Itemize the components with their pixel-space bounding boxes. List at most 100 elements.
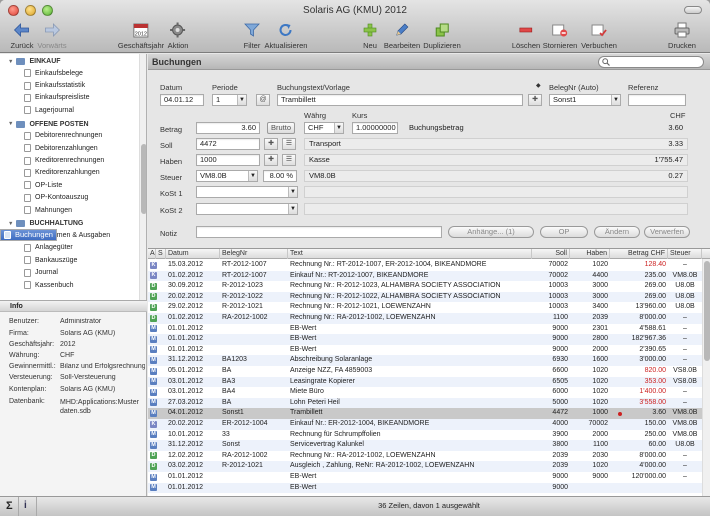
aendern-button[interactable]: Ändern	[594, 226, 640, 238]
periode-select[interactable]: 1 ▼	[212, 94, 247, 106]
filter-button[interactable]: Filter	[243, 22, 261, 50]
search-input[interactable]	[598, 56, 704, 68]
table-row[interactable]: M 03.01.2012 BA3 Leasingrate Kopierer 6505 10…	[148, 376, 702, 388]
table-row[interactable]: D 30.09.2012 R-2012-1023 Rechnung Nr.: R-20…	[148, 281, 702, 292]
delete-button[interactable]: Löschen	[512, 22, 540, 50]
op-button[interactable]: OP	[540, 226, 588, 238]
waehrung-select[interactable]: CHF ▼	[304, 122, 344, 134]
table-row[interactable]: D 12.02.2012 RA-2012-1002 Rechnung Nr.: RA-…	[148, 451, 702, 462]
belegnr-select[interactable]: Sonst1 ▼	[549, 94, 621, 106]
column-header-text[interactable]: Text	[288, 249, 532, 259]
sidebar-item-einkaufsstatistik[interactable]: Einkaufsstatistik	[0, 79, 146, 91]
disclosure-triangle-icon[interactable]: ▼	[8, 121, 13, 127]
table-row[interactable]: K 01.02.2012 RT-2012-1007 Einkauf Nr.: RT-2…	[148, 270, 702, 282]
datum-field[interactable]: 04.01.12	[160, 94, 204, 106]
post-button[interactable]: Verbuchen	[581, 22, 617, 50]
sidebar-scroll-thumb[interactable]	[141, 144, 146, 214]
column-header-datum[interactable]: Datum	[166, 249, 220, 259]
sidebar-group-offene-posten[interactable]: ▼ OFFENE POSTEN	[0, 119, 146, 130]
table-row[interactable]: M 10.01.2012 33 Rechnung für Schrumpffolien…	[148, 430, 702, 441]
sum-icon[interactable]: Σ	[6, 500, 13, 512]
sidebar-item-kassenbuch[interactable]: Kassenbuch	[0, 279, 146, 291]
sidebar-item-debitorenrechnungen[interactable]: Debitorenrechnungen	[0, 130, 146, 142]
table-scrollbar[interactable]	[702, 259, 710, 496]
table-row[interactable]: M 31.12.2012 Sonst Servicevertrag Kalunkel 3…	[148, 440, 702, 451]
duplicate-button[interactable]: Duplizieren	[423, 22, 461, 50]
referenz-field[interactable]	[628, 94, 686, 106]
info-icon[interactable]: i	[24, 500, 27, 511]
table-row[interactable]: M 03.01.2012 BA4 Miete Büro 6000 1020 1'400.00…	[148, 387, 702, 398]
table-row[interactable]: M 04.01.2012 Sonst1 Trambillett 4472 1000 3.60…	[148, 408, 702, 419]
haben-field[interactable]: 1000	[196, 154, 260, 166]
vorlage-menu-icon[interactable]: ◆	[536, 82, 541, 89]
sidebar-item-kreditorenrechnungen[interactable]: Kreditorenrechnungen	[0, 154, 146, 166]
kurs-field[interactable]: 1.00000000	[352, 122, 398, 134]
sidebar-item-lagerjournal[interactable]: Lagerjournal	[0, 104, 146, 116]
anhaenge-button[interactable]: Anhänge... (1)	[448, 226, 534, 238]
haben-list-button[interactable]: ☰	[282, 154, 296, 166]
sidebar-group-buchhaltung[interactable]: ▼ BUCHHALTUNG	[0, 218, 146, 229]
column-header-soll[interactable]: Soll	[532, 249, 570, 259]
action-button[interactable]: Aktion	[168, 22, 188, 50]
soll-add-button[interactable]: ✚	[264, 138, 278, 150]
table-row[interactable]: M 27.03.2012 BA Lohn Peteri Heil 5000 1020 3'5…	[148, 397, 702, 409]
sidebar-item-einkaufspreisliste[interactable]: Einkaufspreisliste	[0, 92, 146, 104]
table-row[interactable]: M 01.01.2012 EB-Wert 9000 9000 120'000.00 –	[148, 472, 702, 483]
table-row[interactable]: D 29.02.2012 R-2012-1021 Rechnung Nr.: R-20…	[148, 302, 702, 313]
betrag-field[interactable]: 3.60	[196, 122, 260, 134]
steuer-select[interactable]: VM8.0B ▼	[196, 170, 258, 182]
kost2-select[interactable]: ▼	[196, 203, 298, 215]
table-row[interactable]: M 05.01.2012 BA Anzeige NZZ, FA 4859003 6600…	[148, 366, 702, 377]
sidebar-item-journal[interactable]: Journal	[0, 266, 146, 278]
soll-field[interactable]: 4472	[196, 138, 260, 150]
brutto-button[interactable]: Brutto	[267, 122, 295, 134]
table-row[interactable]: D 03.02.2012 R-2012-1021 Ausgleich , Zahlun…	[148, 461, 702, 472]
sidebar-item-op-liste[interactable]: OP-Liste	[0, 179, 146, 191]
sidebar-item-debitorenzahlungen[interactable]: Debitorenzahlungen	[0, 142, 146, 154]
column-header-haben[interactable]: Haben	[570, 249, 610, 259]
sidebar-group-einkauf[interactable]: ▼ EINKAUF	[0, 56, 146, 67]
sidebar-item-op-kontoauszug[interactable]: OP-Kontoauszug	[0, 192, 146, 204]
sidebar-item-buchungen[interactable]: Buchungen	[0, 229, 57, 242]
table-row[interactable]: K 15.03.2012 RT-2012-1007 Rechnung Nr.: RT-…	[148, 260, 702, 271]
forward-button[interactable]: Vorwärts	[37, 22, 67, 50]
column-header-betrag-chf[interactable]: Betrag CHF	[610, 249, 668, 259]
table-row[interactable]: M 31.12.2012 BA1203 Abschreibung Solaranlag…	[148, 355, 702, 366]
sidebar-item-anlagegüter[interactable]: Anlagegüter	[0, 242, 146, 254]
column-header-s[interactable]: S	[156, 249, 166, 259]
column-header-steuer[interactable]: Steuer	[668, 249, 702, 259]
sidebar-scrollbar[interactable]	[139, 54, 146, 300]
soll-list-button[interactable]: ☰	[282, 138, 296, 150]
column-header-belegnr[interactable]: BelegNr	[220, 249, 288, 259]
sidebar-item-kreditorenzahlungen[interactable]: Kreditorenzahlungen	[0, 167, 146, 179]
fiscal-button[interactable]: 2012 Geschäftsjahr	[118, 22, 164, 50]
haben-add-button[interactable]: ✚	[264, 154, 278, 166]
back-button[interactable]: Zurück	[11, 22, 33, 50]
table-row[interactable]: M 01.01.2012 EB-Wert 9000 2000 2'390.65 –	[148, 345, 702, 356]
sidebar-item-einkaufsbelege[interactable]: Einkaufsbelege	[0, 67, 146, 79]
add-template-button[interactable]: ✚	[528, 94, 542, 106]
toolbar-toggle-button[interactable]	[684, 6, 702, 14]
refresh-button[interactable]: Aktualisieren	[265, 22, 307, 50]
cancel-button[interactable]: Stornieren	[543, 22, 577, 50]
kost1-select[interactable]: ▼	[196, 186, 298, 198]
disclosure-triangle-icon[interactable]: ▼	[8, 221, 13, 227]
column-header-a[interactable]: A	[148, 249, 156, 259]
print-button[interactable]: Drucken	[668, 22, 696, 50]
table-scroll-thumb[interactable]	[704, 261, 710, 361]
sidebar-item-bankauszüge[interactable]: Bankauszüge	[0, 254, 146, 266]
table-row[interactable]: K 20.02.2012 ER-2012-1004 Einkauf Nr.: ER-2…	[148, 419, 702, 430]
periode-picker-button[interactable]: @	[256, 94, 270, 106]
table-row[interactable]: D 20.02.2012 R-2012-1022 Rechnung Nr.: R-20…	[148, 291, 702, 303]
edit-button[interactable]: Bearbeiten	[384, 22, 420, 50]
table-row[interactable]: M 01.01.2012 EB-Wert 9000 2800 182'967.36 –	[148, 334, 702, 345]
buchungstext-field[interactable]: Trambillett	[277, 94, 523, 106]
table-row[interactable]: M 01.01.2012 EB-Wert 9000 2301 4'588.61 –	[148, 324, 702, 335]
new-button[interactable]: Neu	[361, 22, 379, 50]
table-row[interactable]: M 01.01.2012 EB-Wert 9000	[148, 482, 702, 494]
sidebar-item-mahnungen[interactable]: Mahnungen	[0, 204, 146, 216]
table-row[interactable]: D 01.02.2012 RA-2012-1002 Rechnung Nr.: RA-…	[148, 313, 702, 324]
notiz-field[interactable]	[196, 226, 442, 238]
disclosure-triangle-icon[interactable]: ▼	[8, 59, 13, 65]
verwerfen-button[interactable]: Verwerfen	[644, 226, 690, 238]
